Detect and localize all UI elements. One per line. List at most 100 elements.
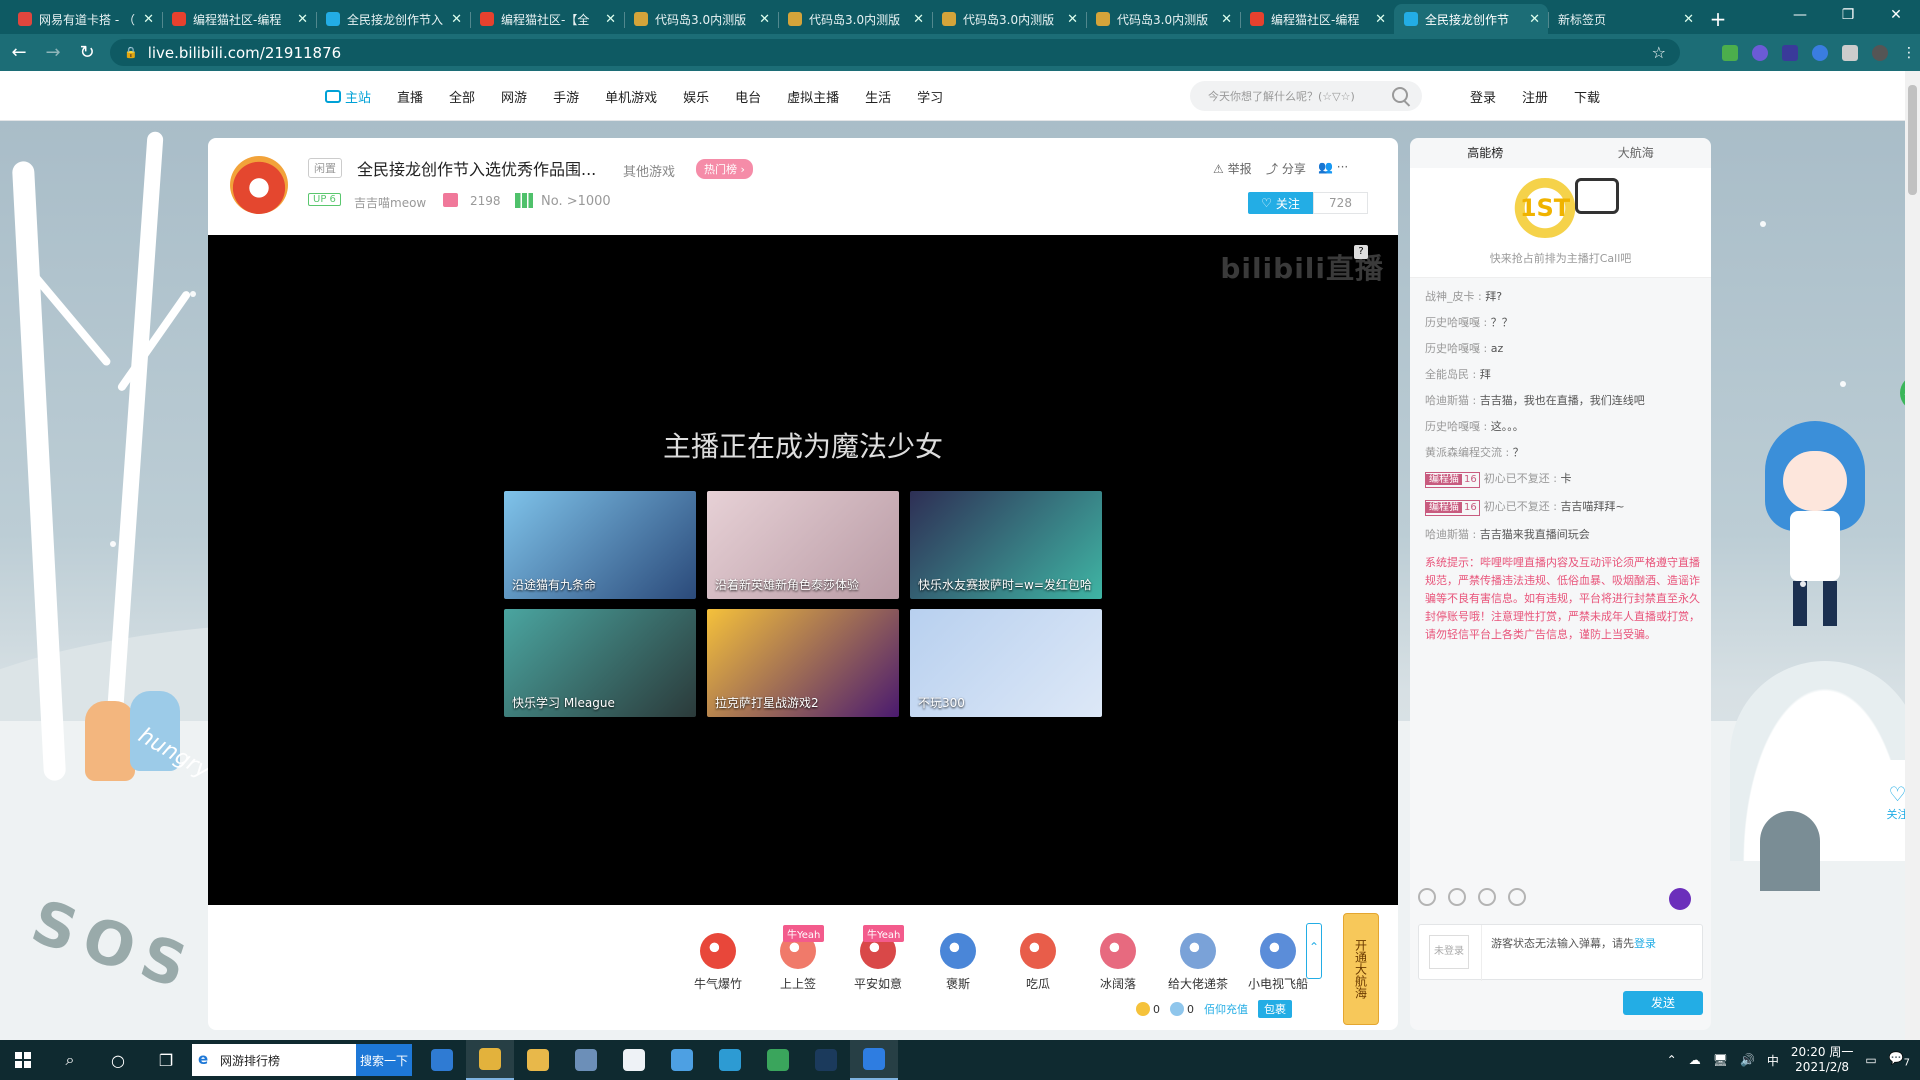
address-bar[interactable]: 🔒 live.bilibili.com/21911876 ☆: [110, 39, 1680, 66]
nav-item[interactable]: 网游: [501, 87, 527, 106]
scrollbar-thumb[interactable]: [1908, 85, 1917, 195]
recommended-room-card[interactable]: 沿途猫有九条命: [504, 491, 696, 599]
danmaku-user[interactable]: 哈迪斯猫: [1425, 394, 1469, 407]
package-button[interactable]: 包裹: [1258, 1000, 1292, 1018]
browser-tab[interactable]: 全民接龙创作节入 ✕: [316, 4, 470, 34]
video-player[interactable]: bilibili直播 ? 主播正在成为魔法少女 沿途猫有九条命 沿着新英雄新角色泰…: [208, 235, 1398, 905]
task-view-icon[interactable]: ❐: [142, 1040, 190, 1080]
close-tab-icon[interactable]: ✕: [143, 12, 154, 27]
follow-button[interactable]: ♡ 关注: [1248, 192, 1313, 214]
nav-item[interactable]: 全部: [449, 87, 475, 106]
report-button[interactable]: ⚠ 举报: [1213, 160, 1252, 177]
search-icon[interactable]: ⌕: [46, 1040, 94, 1080]
game-app-icon[interactable]: [850, 1040, 898, 1080]
danmaku-user[interactable]: 历史哈嘎嘎: [1425, 316, 1480, 329]
network-icon[interactable]: 🖥: [1713, 1053, 1728, 1067]
start-button[interactable]: [0, 1040, 46, 1080]
back-icon[interactable]: ←: [4, 42, 34, 63]
danmaku-user[interactable]: 黄派森编程交流: [1425, 446, 1502, 459]
store-app-icon[interactable]: [562, 1040, 610, 1080]
danmaku-input[interactable]: 未登录 游客状态无法输入弹幕，请先登录: [1418, 924, 1703, 981]
browser-tab[interactable]: 代码岛3.0内测版 ✕: [932, 4, 1086, 34]
reload-icon[interactable]: ↻: [72, 42, 102, 63]
nav-item[interactable]: 电台: [735, 87, 761, 106]
close-tab-icon[interactable]: ✕: [1375, 12, 1386, 27]
send-button[interactable]: 发送: [1623, 991, 1703, 1015]
recommended-room-card[interactable]: 快乐学习 Mleague: [504, 609, 696, 717]
login-link[interactable]: 登录: [1470, 87, 1496, 106]
browser-tab[interactable]: 编程猫社区-【全 ✕: [470, 4, 624, 34]
share-button[interactable]: ⤴ 分享: [1266, 160, 1306, 177]
help-icon[interactable]: ?: [1354, 245, 1368, 259]
browser-tab[interactable]: 代码岛3.0内测版 ✕: [624, 4, 778, 34]
emoji-icon[interactable]: [1418, 888, 1436, 906]
browser-tab[interactable]: 网易有道卡搭 - （ ✕: [8, 4, 162, 34]
danmaku-user[interactable]: 全能岛民: [1425, 368, 1469, 381]
close-tab-icon[interactable]: ✕: [605, 12, 616, 27]
forward-icon[interactable]: →: [38, 42, 68, 63]
close-window-button[interactable]: ✕: [1872, 0, 1920, 30]
recommended-room-card[interactable]: 快乐水友赛披萨时=w=发红包哈: [910, 491, 1102, 599]
nav-item[interactable]: 手游: [553, 87, 579, 106]
gift-item[interactable]: 褒斯: [923, 925, 993, 992]
new-tab-button[interactable]: +: [1702, 4, 1734, 34]
browser-tab[interactable]: 编程猫社区-编程 ✕: [162, 4, 316, 34]
tab-high-energy[interactable]: 高能榜: [1410, 138, 1561, 168]
nav-item[interactable]: 直播: [397, 87, 423, 106]
browser-tab[interactable]: 新标签页 ✕: [1548, 4, 1702, 34]
browser-tab[interactable]: 代码岛3.0内测版 ✕: [1086, 4, 1240, 34]
notepad-icon[interactable]: ▭: [1865, 1053, 1876, 1067]
gift-item[interactable]: 给大佬递茶: [1163, 925, 1233, 992]
nav-item[interactable]: 单机游戏: [605, 87, 657, 106]
minimize-button[interactable]: —: [1776, 0, 1824, 30]
explorer-app-icon[interactable]: [514, 1040, 562, 1080]
danmaku-user[interactable]: 战神_皮卡: [1425, 290, 1475, 303]
fan-medal[interactable]: 编程猫 16: [1425, 500, 1480, 516]
ime-indicator[interactable]: 中: [1767, 1052, 1779, 1069]
register-link[interactable]: 注册: [1522, 87, 1548, 106]
expand-gifts-button[interactable]: ⌃: [1306, 923, 1322, 979]
volume-icon[interactable]: 🔊: [1740, 1053, 1755, 1067]
puzzle-icon[interactable]: [1842, 44, 1858, 61]
danmaku-user[interactable]: 历史哈嘎嘎: [1425, 342, 1480, 355]
captain-button[interactable]: 开通大航海: [1343, 913, 1379, 1025]
extension-icon[interactable]: [1812, 44, 1828, 61]
edge-app-icon[interactable]: [706, 1040, 754, 1080]
more-button[interactable]: 👥 ···: [1318, 160, 1348, 174]
danmaku-user[interactable]: 初心已不复还: [1484, 472, 1550, 485]
fan-medal[interactable]: 编程猫 16: [1425, 472, 1480, 488]
notification-icon[interactable]: 💬7: [1889, 1051, 1910, 1068]
streamer-avatar[interactable]: [230, 156, 288, 214]
recommended-room-card[interactable]: 不玩300: [910, 609, 1102, 717]
close-tab-icon[interactable]: ✕: [913, 12, 924, 27]
extension-icon[interactable]: [1722, 44, 1738, 61]
gift-item[interactable]: 牛气爆竹: [683, 925, 753, 992]
bookmark-star-icon[interactable]: ☆: [1652, 43, 1666, 62]
mail-app-icon[interactable]: [418, 1040, 466, 1080]
app-green-app-icon[interactable]: [754, 1040, 802, 1080]
recommended-room-card[interactable]: 沿着新英雄新角色泰莎体验: [707, 491, 899, 599]
notepad-app-icon[interactable]: [610, 1040, 658, 1080]
gift-item[interactable]: 小电视飞船: [1243, 925, 1313, 992]
danmaku-user[interactable]: 历史哈嘎嘎: [1425, 420, 1480, 433]
danmaku-user[interactable]: 初心已不复还: [1484, 500, 1550, 513]
close-tab-icon[interactable]: ✕: [1067, 12, 1078, 27]
rank-text[interactable]: No. >1000: [541, 194, 611, 209]
hot-rank-badge[interactable]: 热门榜 ›: [696, 159, 753, 179]
chrome-app-icon[interactable]: [466, 1040, 514, 1080]
nav-item[interactable]: 学习: [917, 87, 943, 106]
settings-icon[interactable]: [1508, 888, 1527, 906]
recommended-room-card[interactable]: 拉克萨打星战游戏2: [707, 609, 899, 717]
page-scrollbar[interactable]: [1905, 71, 1920, 1040]
sparkle-icon[interactable]: [1478, 888, 1497, 906]
chat-mode-icon[interactable]: [1669, 888, 1691, 910]
restore-button[interactable]: ❐: [1824, 0, 1872, 30]
nav-item[interactable]: 娱乐: [683, 87, 709, 106]
danmaku-user[interactable]: 哈迪斯猫: [1425, 528, 1469, 541]
nav-item-home[interactable]: 主站: [325, 87, 371, 106]
cortana-icon[interactable]: ○: [94, 1040, 142, 1080]
close-tab-icon[interactable]: ✕: [451, 12, 462, 27]
steam-app-icon[interactable]: [802, 1040, 850, 1080]
chevron-up-icon[interactable]: ⌃: [1667, 1053, 1677, 1067]
taskbar-search-button[interactable]: 搜索一下: [356, 1044, 412, 1076]
